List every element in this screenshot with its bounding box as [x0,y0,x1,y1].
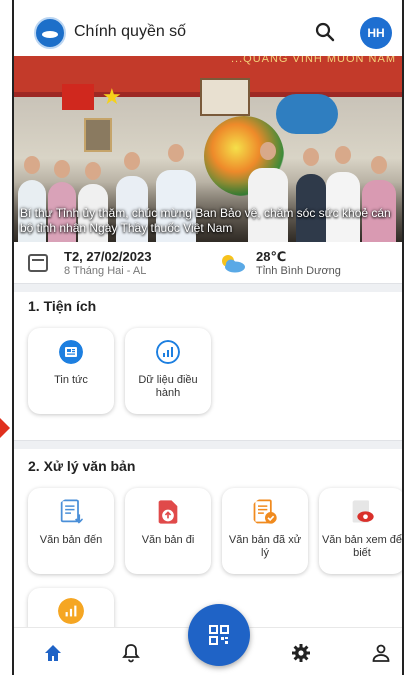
app-logo [34,17,66,49]
app-header: Chính quyền số HH [14,12,402,56]
view-document-icon [352,500,374,523]
tile-label: Tin tức [54,374,88,386]
outgoing-document-icon [158,500,178,524]
date-weather-row: T2, 27/02/2023 8 Tháng Hai - AL 28℃ Tỉnh… [14,243,402,283]
tile-operational-data[interactable]: Dữ liệu điều hành [125,328,211,414]
app-title: Chính quyền số [74,23,187,40]
tile-incoming-documents[interactable]: Văn bản đến [28,488,114,574]
section-title-documents: 2. Xử lý văn bản [28,458,136,474]
banner-caption: Bí thư Tỉnh ủy thăm, chúc mừng Ban Bảo v… [20,206,391,235]
tile-processed-documents[interactable]: Văn bản đã xử lý [222,488,308,574]
person-head [54,160,70,178]
person-head [303,148,319,166]
user-icon[interactable] [370,642,392,664]
home-icon[interactable] [42,642,64,664]
tile-news[interactable]: Tin tức [28,328,114,414]
person-head [168,144,184,162]
weather-location: Tỉnh Bình Dương [256,265,341,277]
search-icon[interactable] [315,22,335,42]
section-divider [14,440,402,449]
tile-label: Văn bản đi [141,534,195,546]
qr-code-icon [209,625,229,645]
banner-slogan: ...QUANG VINH MUÔN NĂM [230,56,396,65]
current-date: T2, 27/02/2023 [64,249,152,264]
tile-view-documents[interactable]: Văn bản xem để biết [319,488,403,574]
star-icon: ★ [102,84,122,109]
person-head [371,156,387,174]
person-head [335,146,351,164]
user-avatar[interactable]: HH [360,17,392,49]
portrait-frame [84,118,112,152]
news-icon [59,340,83,364]
tile-label: Văn bản đã xử lý [228,534,302,559]
phone-screen: Chính quyền số HH ...QUANG VINH MUÔN NĂM… [12,0,404,675]
banner-emblem [276,94,338,134]
tile-label: Văn bản đến [39,534,103,546]
tile-outgoing-documents[interactable]: Văn bản đi [125,488,211,574]
chart-data-icon [156,340,180,364]
incoming-document-icon [60,499,84,524]
section-title-utilities: 1. Tiện ích [28,298,97,314]
person-head [124,152,140,170]
person-head [85,162,101,180]
tile-label: Văn bản xem để biết [321,534,403,559]
banner-board [200,78,250,116]
person-head [24,156,40,174]
cloud-sun-icon [222,255,245,273]
qr-scan-button[interactable] [188,604,250,666]
tile-label: Dữ liệu điều hành [138,374,198,399]
side-arrow-marker [0,418,10,438]
calendar-icon [28,254,48,272]
party-flag [62,84,94,110]
lunar-date: 8 Tháng Hai - AL [64,265,147,277]
section-divider [14,283,402,292]
bell-icon[interactable] [120,642,142,664]
temperature: 28℃ [256,249,287,264]
gear-icon[interactable] [290,642,312,664]
person-head [260,142,276,160]
processed-document-icon [253,499,277,524]
news-banner[interactable]: ...QUANG VINH MUÔN NĂM ★ Bí thư Tỉnh ủy … [14,56,402,242]
report-chart-icon [58,598,84,624]
